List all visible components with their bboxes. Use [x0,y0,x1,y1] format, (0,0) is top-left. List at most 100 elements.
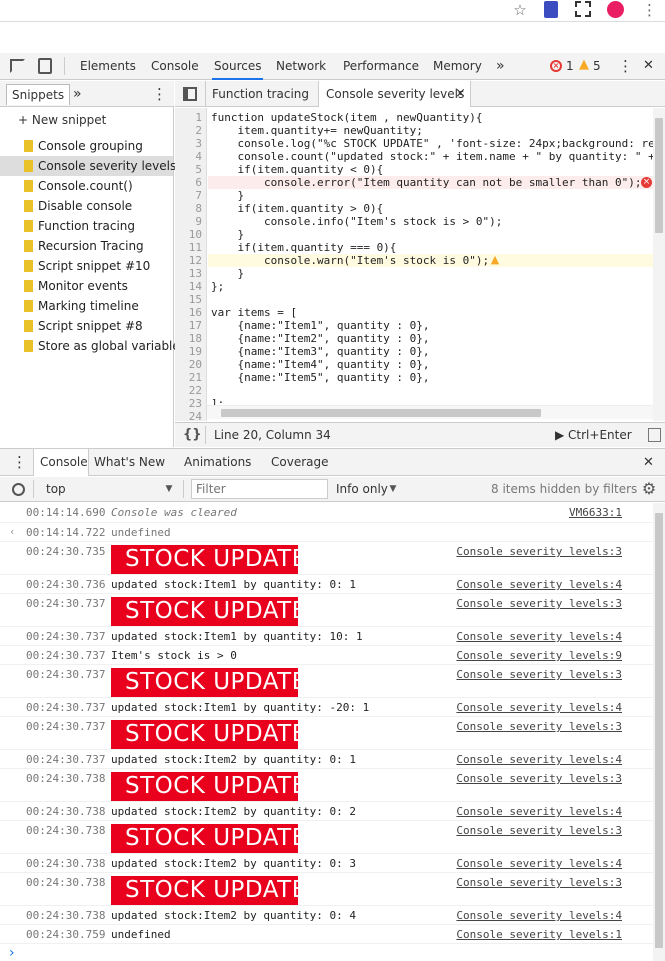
close-drawer-icon[interactable]: ✕ [643,449,654,476]
toggle-navigator-icon[interactable] [183,87,197,101]
message-source-link[interactable]: Console severity levels:4 [456,753,622,766]
drawer-tab-whats-new[interactable]: What's New [94,449,165,476]
code-editor[interactable]: 1 2 3 4 5 6 7 8 9 10 11 12 13 14 15 16 17 18 19 20 21 22 23 24 … [175,108,665,421]
message-source-link[interactable]: Console severity levels:3 [456,824,622,837]
line-number[interactable]: 21 [175,371,202,384]
line-number[interactable]: 23 [175,397,202,410]
line-number[interactable]: 13 [175,267,202,280]
snippets-menu-icon[interactable]: ⋮ [152,81,167,107]
line-number[interactable]: 14 [175,280,202,293]
pretty-print-button[interactable]: {} [183,423,202,447]
line-number[interactable]: 7 [175,189,202,202]
console-vertical-scrollbar[interactable] [653,503,665,961]
line-number[interactable]: 17 [175,319,202,332]
warning-count[interactable]: 5 [593,53,601,79]
snippet-item[interactable]: Console grouping [0,136,173,156]
toggle-debugger-icon[interactable] [648,428,661,442]
message-source-link[interactable]: Console severity levels:3 [456,876,622,889]
line-number[interactable]: 10 [175,228,202,241]
line-number[interactable]: 1 [175,111,202,124]
console-prompt-icon[interactable]: › [9,945,15,961]
editor-tab-function-tracing[interactable]: Function tracing [212,81,309,107]
drawer-tab-coverage[interactable]: Coverage [271,449,329,476]
line-number[interactable]: 16 [175,306,202,319]
line-number[interactable]: 5 [175,163,202,176]
message-source-link[interactable]: Console severity levels:3 [456,545,622,558]
line-number[interactable]: 11 [175,241,202,254]
line-number[interactable]: 6 [175,176,202,189]
message-source-link[interactable]: Console severity levels:1 [456,928,622,941]
drawer-tab-animations[interactable]: Animations [184,449,251,476]
inspect-element-icon[interactable] [10,59,25,73]
line-number[interactable]: 18 [175,332,202,345]
line-number[interactable]: 8 [175,202,202,215]
line-number[interactable]: 15 [175,293,202,306]
line-number[interactable]: 2 [175,124,202,137]
filter-input[interactable] [191,479,328,499]
tab-performance[interactable]: Performance [343,53,419,79]
console-messages[interactable]: 00:14:14.690 Console was cleared VM6633:1 ‹… [0,503,653,961]
error-icon[interactable]: × [550,60,562,72]
snippet-item[interactable]: Script snippet #10 [0,256,173,276]
snippet-item[interactable]: Function tracing [0,216,173,236]
message-source-link[interactable]: Console severity levels:3 [456,668,622,681]
line-number[interactable]: 9 [175,215,202,228]
message-source-link[interactable]: Console severity levels:4 [456,857,622,870]
close-devtools-icon[interactable]: ✕ [643,53,654,79]
drawer-tab-console[interactable]: Console [33,449,89,476]
message-source-link[interactable]: Console severity levels:4 [456,578,622,591]
editor-vertical-scrollbar[interactable] [653,108,665,421]
line-number[interactable]: 12 [175,254,202,267]
snippet-item[interactable]: Monitor events [0,276,173,296]
log-level-selector[interactable]: Info only [336,477,388,501]
tab-snippets[interactable]: Snippets [6,84,71,105]
message-source-link[interactable]: Console severity levels:4 [456,630,622,643]
snippet-item[interactable]: Marking timeline [0,296,173,316]
tab-console[interactable]: Console [151,53,199,79]
message-source-link[interactable]: Console severity levels:3 [456,772,622,785]
message-source-link[interactable]: VM6633:1 [569,506,622,519]
line-number[interactable]: 20 [175,358,202,371]
line-number[interactable]: 24 [175,410,202,421]
message-source-link[interactable]: Console severity levels:3 [456,597,622,610]
message-source-link[interactable]: Console severity levels:3 [456,720,622,733]
more-tabs-button[interactable]: » [496,53,505,79]
tab-elements[interactable]: Elements [80,53,136,79]
context-dropdown-icon[interactable]: ▼ [164,477,174,501]
close-tab-icon[interactable]: × [455,81,466,107]
message-source-link[interactable]: Console severity levels:4 [456,805,622,818]
snippet-item[interactable]: Console severity levels [0,156,176,176]
device-toolbar-icon[interactable] [38,58,52,74]
level-dropdown-icon[interactable]: ▼ [388,477,398,501]
star-icon[interactable]: ☆ [511,1,529,19]
message-source-link[interactable]: Console severity levels:4 [456,909,622,922]
message-source-link[interactable]: Console severity levels:9 [456,649,622,662]
editor-tab-console-severity-levels[interactable]: Console severity levels × [318,81,471,107]
snippet-item[interactable]: Store as global variable [0,336,180,356]
snippet-item[interactable]: Recursion Tracing [0,236,173,256]
line-number[interactable]: 19 [175,345,202,358]
console-settings-gear-icon[interactable]: ⚙ [641,480,657,498]
snippets-more-button[interactable]: » [73,81,82,107]
line-number[interactable]: 3 [175,137,202,150]
new-snippet-button[interactable]: + New snippet [18,111,106,129]
snippet-item[interactable]: Disable console [0,196,173,216]
warning-icon[interactable]: ▲ [577,58,591,72]
tab-network[interactable]: Network [276,53,326,79]
editor-horizontal-scrollbar[interactable] [207,405,653,419]
tab-sources[interactable]: Sources [211,53,264,80]
extension-icon[interactable] [544,1,558,18]
clear-console-icon[interactable] [12,483,25,496]
browser-menu-icon[interactable]: ⋮ [642,0,657,20]
tab-memory[interactable]: Memory [433,53,482,79]
devtools-menu-icon[interactable]: ⋮ [618,53,633,79]
profile-icon[interactable] [607,1,624,18]
snippet-item[interactable]: Script snippet #8 [0,316,173,336]
drawer-menu-icon[interactable]: ⋮ [12,449,27,476]
run-snippet-button[interactable]: ▶ Ctrl+Enter [555,423,632,447]
line-number[interactable]: 4 [175,150,202,163]
message-source-link[interactable]: Console severity levels:4 [456,701,622,714]
screenshot-icon[interactable] [575,1,591,17]
snippet-item[interactable]: Console.count() [0,176,173,196]
error-count[interactable]: 1 [566,53,574,79]
